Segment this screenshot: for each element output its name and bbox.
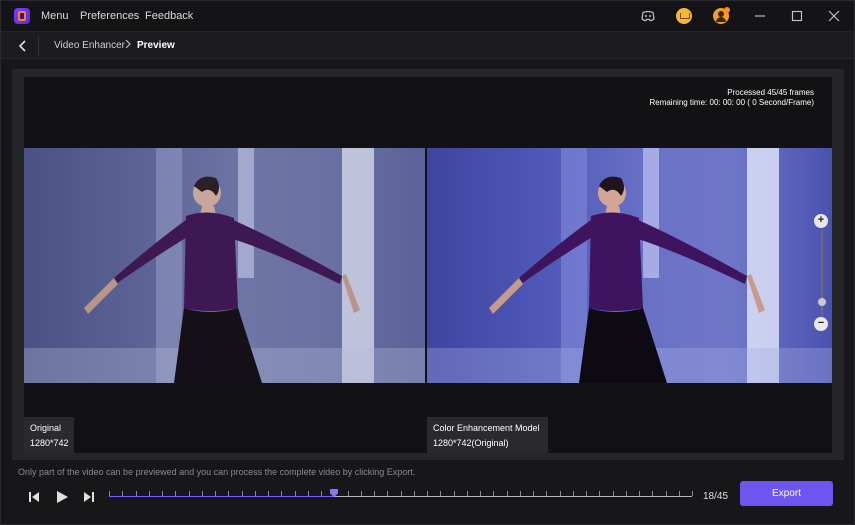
timeline-tick [321,491,322,496]
notification-dot [724,7,730,13]
timeline-tick [281,491,282,496]
preview-canvas: Processed 45/45 frames Remaining time: 0… [24,77,832,453]
breadcrumb-divider [38,36,39,56]
preview-stage: Processed 45/45 frames Remaining time: 0… [12,69,844,460]
menu-item-preferences[interactable]: Preferences [80,10,139,22]
timeline-tick [533,491,534,496]
maximize-icon[interactable] [787,6,807,26]
menu-item-menu[interactable]: Menu [41,10,69,22]
premium-crown-icon[interactable] [676,8,692,24]
timeline-tick [573,491,574,496]
timeline-tick [202,491,203,496]
timeline-tick [215,491,216,496]
play-icon[interactable] [54,489,70,505]
enhanced-video-pane[interactable] [427,148,832,383]
timeline-tick [427,491,428,496]
timeline-tick [467,491,468,496]
timeline-tick [666,491,667,496]
timeline-tick [268,491,269,496]
dancer-illustration-enhanced [427,148,832,383]
timeline-tick [387,491,388,496]
timeline-tick [454,491,455,496]
timeline-tick [255,491,256,496]
timeline-tick [586,491,587,496]
dancer-illustration [24,148,425,383]
app-logo-icon [14,8,30,24]
frame-counter: 18/45 [703,491,729,502]
timeline-tick [626,491,627,496]
timeline-tick [308,491,309,496]
breadcrumb: Video Enhancer Preview [1,31,854,59]
zoom-slider[interactable]: + − [814,214,830,334]
timeline-tick [480,491,481,496]
minimize-icon[interactable] [750,6,770,26]
timeline-tick [520,491,521,496]
timeline-tick [639,491,640,496]
timeline-tick [507,491,508,496]
timeline-tick [361,491,362,496]
processed-frames-text: Processed 45/45 frames [727,88,814,97]
preview-notice: Only part of the video can be previewed … [18,467,416,477]
original-video-pane[interactable] [24,148,425,383]
enhanced-frame-image [427,148,832,383]
timeline-tick [162,491,163,496]
original-resolution: 1280*742 [30,438,69,448]
menu-item-feedback[interactable]: Feedback [145,10,193,22]
original-title: Original [30,423,62,433]
zoom-in-button[interactable]: + [814,214,828,228]
timeline-tick [149,491,150,496]
timeline-tick [493,491,494,496]
timeline-progress [109,496,334,497]
original-frame-image [24,148,425,383]
app-window: Menu Preferences Feedback Video Enhancer… [0,0,855,525]
timeline-tick [295,491,296,496]
zoom-out-button[interactable]: − [814,317,828,331]
back-arrow-icon[interactable] [15,38,31,54]
timeline-tick [109,491,110,496]
timeline-tick [546,491,547,496]
enhanced-caption: Color Enhancement Model 1280*742(Origina… [427,417,548,453]
timeline-tick [334,491,335,496]
enhanced-resolution: 1280*742(Original) [433,438,509,448]
previous-frame-icon[interactable] [26,489,42,505]
timeline-tick [560,491,561,496]
timeline-tick [175,491,176,496]
breadcrumb-current: Preview [137,40,175,51]
frame-timeline[interactable] [109,486,693,506]
timeline-tick [136,491,137,496]
timeline-tick [189,491,190,496]
zoom-handle[interactable] [818,298,826,306]
breadcrumb-parent[interactable]: Video Enhancer [54,40,125,51]
next-frame-icon[interactable] [81,489,97,505]
timeline-tick [228,491,229,496]
timeline-tick [348,491,349,496]
title-bar: Menu Preferences Feedback [1,1,854,31]
timeline-tick [440,491,441,496]
timeline-tick [692,491,693,496]
close-icon[interactable] [824,6,844,26]
timeline-tick [122,491,123,496]
timeline-tick [242,491,243,496]
discord-icon[interactable] [640,8,656,24]
timeline-tick [374,491,375,496]
timeline-tick [414,491,415,496]
timeline-tick [401,491,402,496]
model-title: Color Enhancement Model [433,423,540,433]
timeline-tick [599,491,600,496]
original-caption: Original 1280*742 [24,417,74,453]
remaining-time-text: Remaining time: 00: 00: 00 ( 0 Second/Fr… [649,98,814,107]
chevron-right-icon [125,39,131,49]
timeline-tick [652,491,653,496]
export-button[interactable]: Export [740,481,833,506]
timeline-tick [613,491,614,496]
processing-status: Processed 45/45 frames Remaining time: 0… [649,88,814,108]
timeline-tick [679,491,680,496]
